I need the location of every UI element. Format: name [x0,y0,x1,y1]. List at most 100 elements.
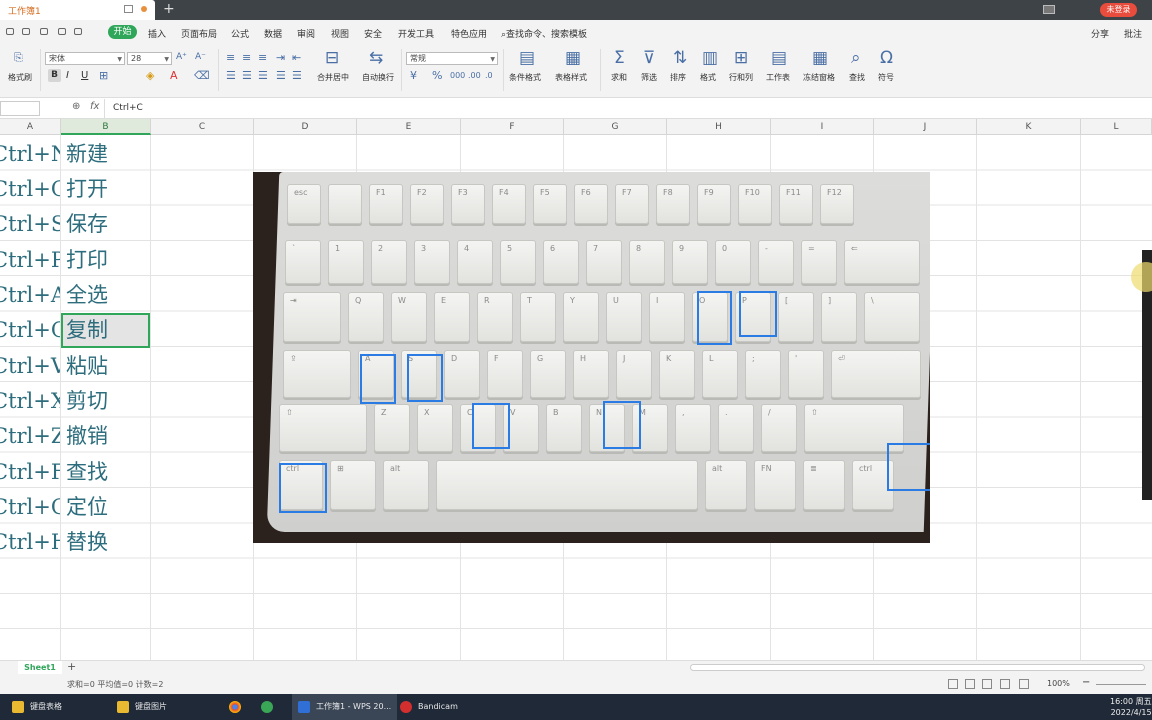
number-format-select[interactable]: 常规 ▼ [406,52,498,65]
keyboard-image[interactable]: esc F1 F2 F3 F4 F5 F6 F7 F8 F9 F10 F11 F12 ` 1 2 3 4 5 6 7 8 9… [253,172,930,543]
chrome-icon[interactable] [229,694,247,720]
currency-icon[interactable]: ¥ [410,70,417,81]
rows-cols-icon[interactable]: ⊞ [734,50,748,67]
column-header-g[interactable]: G [564,119,667,135]
italic-icon[interactable]: I [66,70,69,81]
format-icon[interactable]: ▥ [702,50,718,67]
menu-special[interactable]: 特色应用 [451,27,487,40]
justify-icon[interactable]: ☰ [276,70,286,81]
cell-shortcut[interactable]: Ctrl+A [0,278,60,313]
column-header-h[interactable]: H [667,119,771,135]
cell-shortcut[interactable]: Ctrl+Z [0,419,60,454]
find-label[interactable]: 查找 [849,72,865,83]
menu-review[interactable]: 审阅 [297,27,315,40]
freeze-panes-label[interactable]: 冻结窗格 [803,72,835,83]
menu-developer[interactable]: 开发工具 [398,27,434,40]
cell-action[interactable]: 全选 [61,278,150,313]
filter-label[interactable]: 筛选 [641,72,657,83]
system-clock[interactable]: 16:00 周五 2022/4/15 [1110,696,1152,718]
column-header-l[interactable]: L [1081,119,1152,135]
conditional-format-icon[interactable]: ▤ [519,50,535,67]
align-middle-icon[interactable]: ≡ [242,52,251,63]
command-search[interactable]: ⌕查找命令、搜索模板 [501,27,587,40]
cell-action[interactable]: 查找 [61,455,150,490]
font-name-select[interactable]: 宋体 ▼ [45,52,125,65]
fullscreen-icon[interactable] [948,679,958,689]
cell-shortcut[interactable]: Ctrl+P [0,243,60,278]
column-header-e[interactable]: E [357,119,461,135]
align-bottom-icon[interactable]: ≡ [258,52,267,63]
normal-view-icon[interactable] [965,679,975,689]
column-header-f[interactable]: F [461,119,564,135]
align-right-icon[interactable]: ☰ [258,70,268,81]
cell-action[interactable]: 粘贴 [61,349,150,384]
back-icon[interactable] [6,28,14,35]
reading-mode-icon[interactable] [1000,679,1010,689]
column-header-d[interactable]: D [254,119,357,135]
fill-color-icon[interactable]: ◈ [146,70,154,81]
bold-button[interactable]: B [48,69,61,82]
taskbar-item-keyboard-images[interactable]: 键盘图片 [117,694,167,720]
wrap-text-label[interactable]: 自动换行 [362,72,394,83]
cell-action[interactable]: 定位 [61,490,150,525]
horizontal-scrollbar[interactable] [690,664,1145,671]
outdent-icon[interactable]: ⇤ [292,52,301,63]
column-header-k[interactable]: K [977,119,1081,135]
comment-button[interactable]: 批注 [1124,27,1142,40]
percent-icon[interactable]: % [432,70,442,81]
fx-icon[interactable]: fx [90,101,99,112]
menu-formulas[interactable]: 公式 [231,27,249,40]
thousands-icon[interactable]: 000 [450,70,465,81]
sheet-tab-sheet1[interactable]: Sheet1 [18,661,62,675]
rows-cols-label[interactable]: 行和列 [729,72,753,83]
column-header-i[interactable]: I [771,119,874,135]
eye-protect-icon[interactable] [1019,679,1029,689]
menu-home[interactable]: 开始 [108,25,137,39]
column-header-b[interactable]: B [61,119,151,135]
cell-action[interactable]: 撤销 [61,419,150,454]
cell-action[interactable]: 打开 [61,172,150,207]
decrease-decimal-icon[interactable]: .0 [485,70,493,81]
document-tab[interactable]: 工作簿1 [0,0,155,20]
zoom-out-icon[interactable]: − [1082,677,1090,688]
format-painter-label[interactable]: 格式刷 [8,72,32,83]
add-tab-icon[interactable]: + [163,1,175,17]
merge-center-icon[interactable]: ⊟ [325,50,339,67]
column-header-a[interactable]: A [0,119,61,135]
login-button[interactable]: 未登录 [1100,3,1137,17]
wrap-text-icon[interactable]: ⇆ [369,50,383,67]
cell-action[interactable]: 剪切 [61,384,150,419]
formula-input[interactable]: Ctrl+C [104,99,1152,118]
cell-shortcut[interactable]: Ctrl+V [0,349,60,384]
cell-shortcut[interactable]: Ctrl+X [0,384,60,419]
table-style-label[interactable]: 表格样式 [555,72,587,83]
increase-decimal-icon[interactable]: .00 [468,70,481,81]
border-icon[interactable]: ⊞ [99,70,108,81]
taskbar-item-keyboard-sheet[interactable]: 键盘表格 [12,694,62,720]
zoom-slider[interactable] [1096,684,1146,685]
cell-shortcut[interactable]: Ctrl+O [0,172,60,207]
menu-page-layout[interactable]: 页面布局 [181,27,217,40]
align-center-icon[interactable]: ☰ [242,70,252,81]
taskbar-item-bandicam[interactable]: Bandicam [400,694,458,720]
selected-cell[interactable]: 复制 [61,313,150,348]
font-shrink-icon[interactable]: A⁻ [195,52,206,63]
align-top-icon[interactable]: ≡ [226,52,235,63]
menu-insert[interactable]: 插入 [148,27,166,40]
merge-center-label[interactable]: 合并居中 [317,72,349,83]
find-icon[interactable]: ⌕ [851,50,861,67]
sum-label[interactable]: 求和 [611,72,627,83]
worksheet-icon[interactable]: ▤ [771,50,787,67]
taskbar-item-wps[interactable]: 工作簿1 - WPS 20... [292,694,398,720]
cell-shortcut[interactable]: Ctrl+H [0,525,60,560]
window-mode-icon[interactable] [1043,5,1055,14]
format-label[interactable]: 格式 [700,72,716,83]
format-painter-icon[interactable]: ⎘ [14,52,23,63]
symbol-label[interactable]: 符号 [878,72,894,83]
underline-icon[interactable]: U [81,70,88,81]
cell-shortcut[interactable]: Ctrl+N [0,137,60,172]
undo-icon[interactable] [58,28,66,35]
font-size-select[interactable]: 28 ▼ [127,52,172,65]
cell-shortcut[interactable]: Ctrl+C [0,313,60,348]
sum-icon[interactable]: Σ [614,50,625,67]
